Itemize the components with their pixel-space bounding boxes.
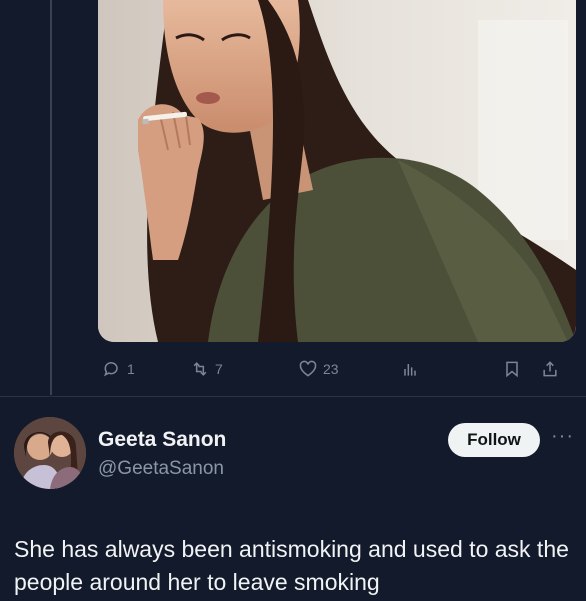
reply-icon (103, 362, 118, 377)
like-button[interactable]: 23 (298, 356, 339, 382)
post-image[interactable] (98, 0, 576, 342)
heart-icon (299, 360, 317, 377)
reply-handle[interactable]: @GeetaSanon (98, 458, 224, 480)
views-icon (404, 364, 416, 376)
reply-button[interactable]: 1 (102, 356, 135, 382)
repost-count: 7 (215, 361, 223, 377)
reply-text: She has always been antismoking and used… (14, 536, 569, 595)
post-image-illustration (98, 0, 576, 342)
follow-button[interactable]: Follow (448, 423, 540, 457)
thread-connector-line (50, 0, 52, 395)
avatar[interactable] (14, 417, 86, 489)
avatar-photo (14, 417, 86, 489)
more-options-icon[interactable]: ··· (551, 425, 574, 448)
post-action-bar: 1 7 23 (98, 356, 576, 382)
share-icon (543, 361, 557, 377)
post-divider (0, 396, 586, 397)
reply-count: 1 (127, 361, 135, 377)
reply-display-name[interactable]: Geeta Sanon (98, 428, 226, 452)
repost-icon (193, 362, 207, 376)
bookmark-icon (506, 361, 518, 378)
share-button[interactable] (540, 356, 560, 382)
bookmark-button[interactable] (502, 356, 522, 382)
repost-button[interactable]: 7 (190, 356, 223, 382)
views-button[interactable] (400, 356, 420, 382)
like-count: 23 (323, 361, 339, 377)
